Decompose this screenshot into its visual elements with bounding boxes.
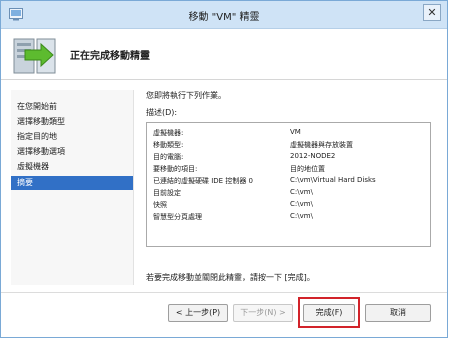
summary-row: 要移動的項目: 目的地位置 <box>153 164 428 174</box>
intro-text: 您即將執行下列作業。 <box>146 91 226 100</box>
title-bar: 移動 "VM" 精靈 ✕ <box>1 1 447 29</box>
summary-value: 目的地位置 <box>290 165 325 173</box>
previous-button[interactable]: < 上一步(P) <box>168 304 228 322</box>
summary-row: 目前設定 C:\vm\ <box>153 188 428 198</box>
summary-row: 已連結的虛擬硬碟 IDE 控制器 0 C:\vm\Virtual Hard Di… <box>153 176 428 186</box>
wizard-header: 正在完成移動精靈 <box>1 29 447 80</box>
cancel-button[interactable]: 取消 <box>365 304 431 322</box>
move-server-icon <box>13 38 56 74</box>
wizard-window: 移動 "VM" 精靈 ✕ 正在完成移動精靈 在您開始前 選擇移動類型 指定目的地… <box>0 0 448 338</box>
nav-item-move-options[interactable]: 選擇移動選項 <box>11 145 133 159</box>
summary-value: VM <box>290 128 301 136</box>
summary-key: 移動類型: <box>153 141 184 149</box>
summary-row: 快照 C:\vm\ <box>153 200 428 210</box>
summary-key: 要移動的項目: <box>153 165 198 173</box>
summary-value: 虛擬機器與存放裝置 <box>290 141 353 149</box>
wizard-body: 在您開始前 選擇移動類型 指定目的地 選擇移動選項 虛擬機器 摘要 您即將執行下… <box>1 80 447 292</box>
summary-row: 移動類型: 虛擬機器與存放裝置 <box>153 140 428 150</box>
description-label: 描述(D): <box>146 108 178 117</box>
footer-divider <box>1 292 447 293</box>
summary-row: 虛擬機器: VM <box>153 128 428 138</box>
nav-item-virtual-machine[interactable]: 虛擬機器 <box>11 160 133 174</box>
summary-key: 目的電腦: <box>153 153 184 161</box>
summary-value: C:\vm\ <box>290 188 313 196</box>
summary-row: 智慧型分頁處理 C:\vm\ <box>153 212 428 222</box>
nav-item-summary[interactable]: 摘要 <box>11 176 133 190</box>
finish-instruction: 若要完成移動並關閉此精靈，請按一下 [完成]。 <box>146 273 315 282</box>
summary-value: 2012-NODE2 <box>290 152 336 160</box>
summary-row: 目的電腦: 2012-NODE2 <box>153 152 428 162</box>
next-button[interactable]: 下一步(N) > <box>233 304 293 322</box>
summary-key: 智慧型分頁處理 <box>153 213 202 221</box>
summary-key: 快照 <box>153 201 167 209</box>
finish-button[interactable]: 完成(F) <box>303 304 355 322</box>
nav-item-destination[interactable]: 指定目的地 <box>11 130 133 144</box>
summary-value: C:\vm\Virtual Hard Disks <box>290 176 376 184</box>
nav-item-before-you-begin[interactable]: 在您開始前 <box>11 100 133 114</box>
summary-content: 您即將執行下列作業。 描述(D): 虛擬機器: VM 移動類型: 虛擬機器與存放… <box>146 90 436 290</box>
close-icon: ✕ <box>427 6 437 19</box>
summary-key: 虛擬機器: <box>153 129 184 137</box>
nav-item-move-type[interactable]: 選擇移動類型 <box>11 115 133 129</box>
summary-value: C:\vm\ <box>290 200 313 208</box>
summary-key: 已連結的虛擬硬碟 IDE 控制器 0 <box>153 177 254 185</box>
page-heading: 正在完成移動精靈 <box>70 51 150 62</box>
window-title: 移動 "VM" 精靈 <box>188 12 260 23</box>
summary-key: 目前設定 <box>153 189 181 197</box>
summary-value: C:\vm\ <box>290 212 313 220</box>
wizard-step-list: 在您開始前 選擇移動類型 指定目的地 選擇移動選項 虛擬機器 摘要 <box>11 90 134 285</box>
close-button[interactable]: ✕ <box>423 4 441 21</box>
description-box[interactable]: 虛擬機器: VM 移動類型: 虛擬機器與存放裝置 目的電腦: 2012-NODE… <box>146 122 431 247</box>
